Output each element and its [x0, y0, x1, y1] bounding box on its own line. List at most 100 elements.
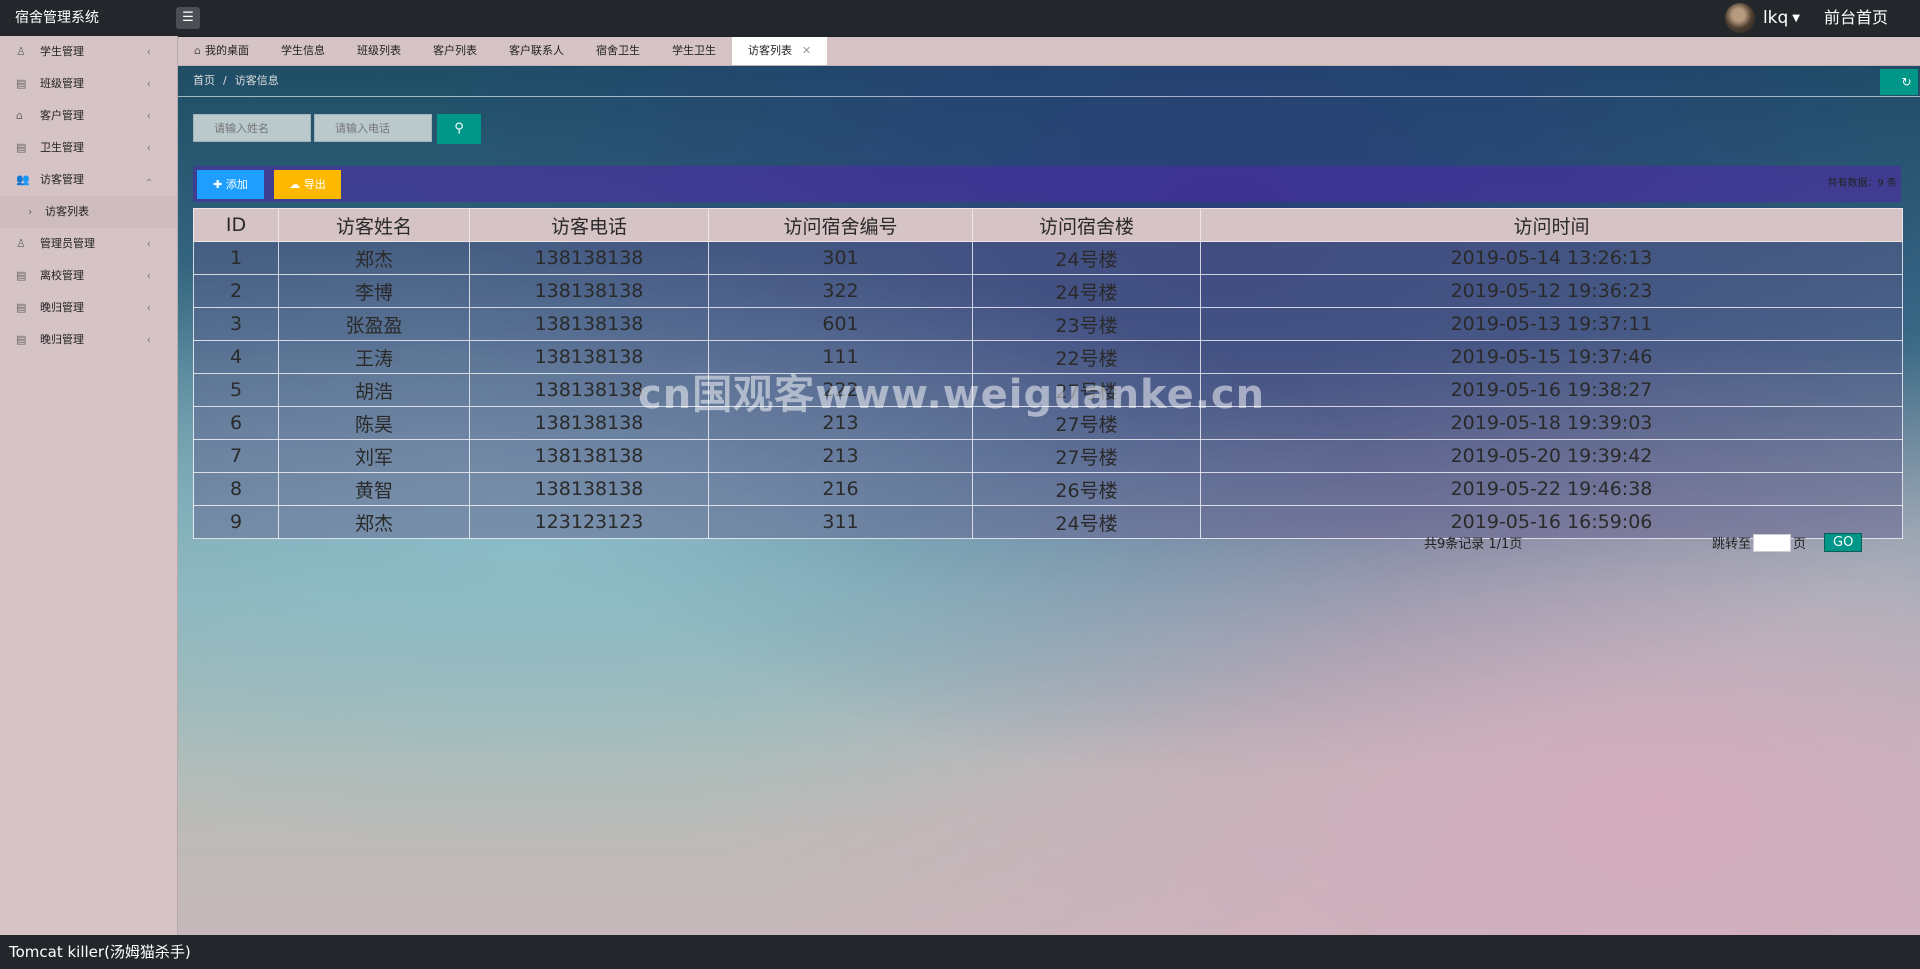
tab-desktop[interactable]: ⌂ 我的桌面 [178, 37, 265, 65]
cell-name: 陈昊 [278, 406, 470, 440]
sidebar-item-label: 卫生管理 [40, 141, 84, 154]
file-icon: ▤ [16, 301, 27, 314]
cell-phone: 138138138 [469, 439, 709, 473]
tab-student-info[interactable]: 学生信息 [265, 37, 341, 65]
tab-dorm-hygiene[interactable]: 宿舍卫生 [580, 37, 656, 65]
tab-class-list[interactable]: 班级列表 [341, 37, 417, 65]
sidebar-item-late-return-2[interactable]: ▤ 晚归管理 ‹ [0, 324, 177, 356]
cell-time: 2019-05-13 19:37:11 [1200, 307, 1903, 341]
refresh-button[interactable]: ↻ [1880, 69, 1918, 95]
go-button[interactable]: GO [1824, 533, 1863, 552]
sidebar-item-admin[interactable]: ♙ 管理员管理 ‹ [0, 228, 177, 260]
table-row[interactable]: 3 张盈盈 138138138 601 23号楼 2019-05-13 19:37:11 [193, 307, 1903, 341]
cell-id: 4 [193, 340, 279, 374]
sidebar-item-class[interactable]: ▤ 班级管理 ‹ [0, 68, 177, 100]
phone-search-input[interactable] [314, 114, 432, 142]
cell-phone: 138138138 [469, 472, 709, 506]
chevron-down-icon: ‹ [142, 177, 156, 183]
cell-building: 27号楼 [972, 439, 1201, 473]
footer-text: Tomcat killer(汤姆猫杀手) [9, 943, 191, 961]
footer: Tomcat killer(汤姆猫杀手) [0, 935, 1920, 969]
table-row[interactable]: 2 李博 138138138 322 24号楼 2019-05-12 19:36:23 [193, 274, 1903, 308]
users-icon: 👥 [16, 173, 30, 186]
cell-phone: 138138138 [469, 241, 709, 275]
cell-dorm-no: 322 [708, 274, 973, 308]
sidebar-item-customer[interactable]: ⌂ 客户管理 ‹ [0, 100, 177, 132]
cell-time: 2019-05-14 13:26:13 [1200, 241, 1903, 275]
export-button[interactable]: ☁ 导出 [274, 170, 341, 199]
home-icon: ⌂ [194, 44, 201, 57]
table-row[interactable]: 8 黄智 138138138 216 26号楼 2019-05-22 19:46:38 [193, 472, 1903, 506]
refresh-icon: ↻ [1901, 75, 1912, 89]
column-header: 访问宿舍编号 [708, 208, 973, 242]
front-home-link[interactable]: 前台首页 [1824, 0, 1888, 36]
cell-id: 3 [193, 307, 279, 341]
search-button[interactable]: ⚲ [437, 114, 481, 144]
cell-id: 1 [193, 241, 279, 275]
sidebar-item-label: 晚归管理 [40, 301, 84, 314]
tab-customer-contact[interactable]: 客户联系人 [493, 37, 580, 65]
add-button[interactable]: ✚ 添加 [197, 170, 264, 199]
breadcrumb-home[interactable]: 首页 [193, 74, 215, 87]
caret-down-icon[interactable]: ▼ [1792, 13, 1800, 24]
cell-name: 胡浩 [278, 373, 470, 407]
breadcrumb-current: 访客信息 [234, 74, 279, 87]
table-row[interactable]: 7 刘军 138138138 213 27号楼 2019-05-20 19:39:42 [193, 439, 1903, 473]
user-icon: ♙ [16, 45, 26, 58]
cell-name: 刘军 [278, 439, 470, 473]
sidebar-item-label: 学生管理 [40, 45, 84, 58]
cell-time: 2019-05-16 19:38:27 [1200, 373, 1903, 407]
sidebar: ♙ 学生管理 ‹ ▤ 班级管理 ‹ ⌂ 客户管理 ‹ ▤ 卫生管理 ‹ 👥 访客… [0, 36, 178, 935]
cell-id: 6 [193, 406, 279, 440]
tab-student-hygiene[interactable]: 学生卫生 [656, 37, 732, 65]
sidebar-item-late-return[interactable]: ▤ 晚归管理 ‹ [0, 292, 177, 324]
cell-time: 2019-05-18 19:39:03 [1200, 406, 1903, 440]
tab-label: 访客列表 [747, 44, 792, 57]
username[interactable]: lkq [1763, 8, 1788, 28]
breadcrumb-separator: / [223, 74, 227, 87]
sidebar-item-student[interactable]: ♙ 学生管理 ‹ [0, 36, 177, 68]
name-search-input[interactable] [193, 114, 311, 142]
cell-phone: 138138138 [469, 274, 709, 308]
chevron-left-icon: ‹ [146, 109, 151, 122]
tab-label: 学生卫生 [671, 44, 716, 57]
cell-building: 24号楼 [972, 241, 1201, 275]
page-number-input[interactable] [1753, 533, 1792, 552]
tab-label: 我的桌面 [204, 44, 249, 57]
table-row[interactable]: 1 郑杰 138138138 301 24号楼 2019-05-14 13:26:13 [193, 241, 1903, 275]
cell-dorm-no: 301 [708, 241, 973, 275]
cell-name: 张盈盈 [278, 307, 470, 341]
user-menu[interactable]: lkq ▼ [1724, 0, 1800, 36]
total-count: 共有数据：9 条 [1827, 178, 1897, 189]
menu-toggle-icon[interactable]: ☰ [176, 7, 200, 29]
tab-bar: ⌂ 我的桌面 学生信息 班级列表 客户列表 客户联系人 宿舍卫生 学生卫生 访客列… [178, 37, 1920, 66]
cell-building: 23号楼 [972, 307, 1201, 341]
sidebar-item-leave[interactable]: ▤ 离校管理 ‹ [0, 260, 177, 292]
sidebar-item-visitor[interactable]: 👥 访客管理 ‹ [0, 164, 177, 196]
close-icon[interactable]: ✕ [802, 44, 811, 57]
tab-customer-list[interactable]: 客户列表 [417, 37, 493, 65]
sidebar-item-hygiene[interactable]: ▤ 卫生管理 ‹ [0, 132, 177, 164]
tab-visitor-list[interactable]: 访客列表 ✕ [731, 37, 828, 65]
cell-name: 黄智 [278, 472, 470, 506]
sidebar-item-label: 离校管理 [40, 269, 84, 282]
avatar[interactable] [1724, 3, 1755, 33]
cell-id: 2 [193, 274, 279, 308]
sidebar-item-label: 管理员管理 [40, 237, 95, 250]
add-button-label: 添加 [225, 178, 248, 191]
cell-id: 8 [193, 472, 279, 506]
cloud-upload-icon: ☁ [289, 178, 304, 191]
chevron-left-icon: ‹ [146, 333, 151, 346]
search-form: ⚲ [193, 114, 481, 144]
pagination: 共9条记录 1/1页 跳转至 页 GO [178, 533, 1920, 553]
export-button-label: 导出 [303, 178, 326, 191]
cell-building: 26号楼 [972, 472, 1201, 506]
sidebar-item-label: 访客管理 [40, 173, 84, 186]
cell-name: 王涛 [278, 340, 470, 374]
cell-time: 2019-05-15 19:37:46 [1200, 340, 1903, 374]
cell-time: 2019-05-12 19:36:23 [1200, 274, 1903, 308]
sidebar-subitem-visitor-list[interactable]: › 访客列表 [0, 196, 177, 228]
chevron-left-icon: ‹ [146, 141, 151, 154]
cell-time: 2019-05-22 19:46:38 [1200, 472, 1903, 506]
file-icon: ▤ [16, 333, 27, 346]
